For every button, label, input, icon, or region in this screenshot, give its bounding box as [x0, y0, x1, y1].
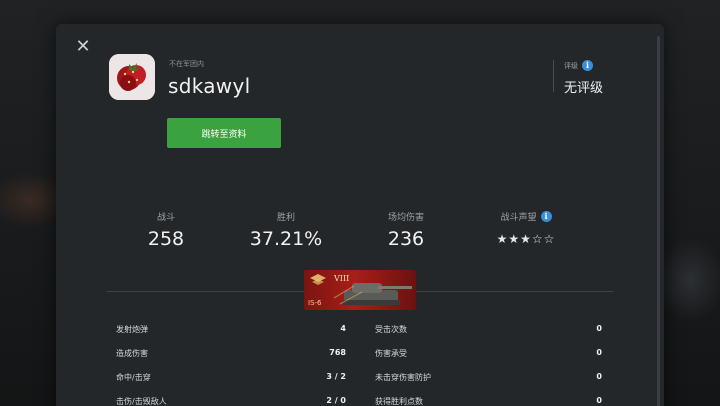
tank-name: IS-6 [308, 299, 322, 307]
stat-label: 战斗声望 [500, 212, 537, 223]
stat-number: 0 [596, 372, 602, 381]
stat-reputation: 战斗声望 i ★★★☆☆ [466, 210, 586, 246]
stat-win-rate: 胜利 37.21% [226, 210, 346, 251]
table-row: 造成伤害 768 伤害承受 0 [116, 344, 606, 364]
strawberry-avatar-icon [109, 54, 155, 100]
stat-name: 击伤/击毁敌人 [116, 397, 167, 406]
stat-name: 伤害承受 [375, 349, 407, 358]
player-name: sdkawyl [168, 74, 251, 98]
rating-value: 无评级 [564, 81, 604, 96]
stat-label: 场均伤害 [387, 212, 424, 223]
clan-status: 不在军团内 [169, 60, 204, 68]
stat-number: 0 [596, 348, 602, 357]
reputation-info-icon[interactable]: i [540, 210, 552, 222]
stat-number: 3 / 2 [326, 372, 346, 381]
stat-value: 258 [147, 228, 185, 250]
rating-label: 评级 [564, 61, 578, 70]
stat-value: 236 [387, 228, 425, 250]
table-row: 击伤/击毁敌人 2 / 0 获得胜利点数 0 [116, 392, 606, 406]
stat-battles: 战斗 258 [106, 210, 226, 251]
stat-name: 发射炮弹 [116, 325, 148, 334]
stat-number: 2 / 0 [326, 396, 346, 405]
table-row: 发射炮弹 4 受击次数 0 [116, 320, 606, 340]
reputation-stars: ★★★☆☆ [496, 232, 556, 246]
rating-info-icon[interactable]: i [582, 60, 593, 71]
avatar [109, 54, 155, 100]
stat-label-row: 战斗声望 i [466, 210, 586, 223]
stat-value: 37.21% [249, 228, 323, 250]
stat-name: 造成伤害 [116, 349, 148, 358]
stat-label: 战斗 [156, 212, 175, 223]
stat-number: 768 [329, 348, 346, 357]
table-row: 命中/击穿 3 / 2 未击穿伤害防护 0 [116, 368, 606, 388]
stat-name: 受击次数 [375, 325, 407, 334]
stat-number: 4 [340, 324, 346, 333]
player-profile-dialog: ✕ 不在军团内 sdkawyl 跳转至资料 评级 i 无评级 战斗 258 胜利… [56, 24, 664, 406]
rating-label-row: 评级 i [564, 60, 603, 71]
rating-box: 评级 i 无评级 [553, 60, 603, 96]
summary-stats: 战斗 258 胜利 37.21% 场均伤害 236 战斗声望 i ★★★☆☆ [106, 210, 586, 260]
stat-name: 命中/击穿 [116, 373, 151, 382]
scrollbar[interactable] [657, 36, 660, 406]
stat-name: 获得胜利点数 [375, 397, 423, 406]
stat-avg-damage: 场均伤害 236 [346, 210, 466, 251]
tank-banner[interactable]: VIII IS-6 [304, 270, 416, 310]
close-icon[interactable]: ✕ [74, 38, 92, 56]
stat-label: 胜利 [276, 212, 295, 223]
stat-number: 0 [596, 324, 602, 333]
stat-name: 未击穿伤害防护 [375, 373, 431, 382]
stat-number: 0 [596, 396, 602, 405]
tank-tier: VIII [334, 274, 350, 283]
go-to-profile-button[interactable]: 跳转至资料 [167, 118, 281, 148]
